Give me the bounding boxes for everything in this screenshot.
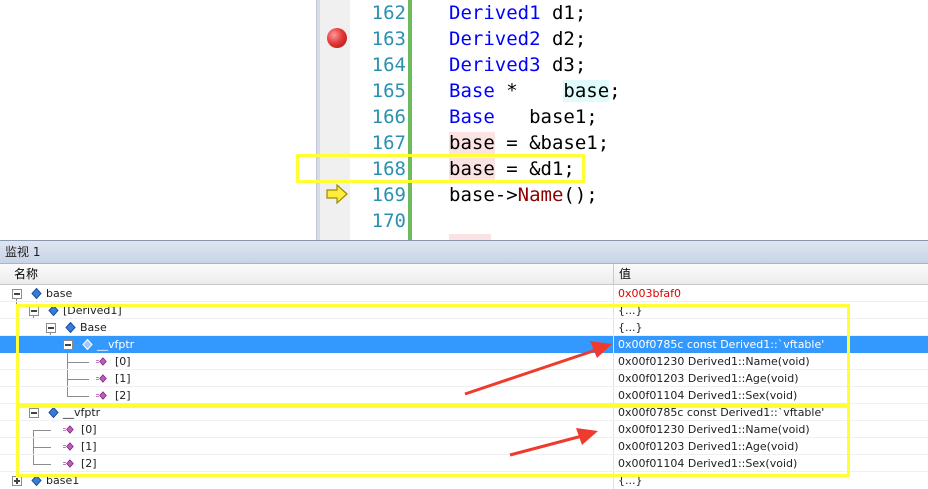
code-token: base1; [494,106,598,128]
code-line-162[interactable]: Derived1 d1; [449,0,586,26]
line-numbers: 162 163 164 165 166 167 168 169 170 [350,0,408,240]
code-token: base [449,132,495,154]
code-token: * [494,80,564,102]
code-line-166[interactable]: Base base1; [449,104,598,130]
annotation-box-derived-vtable [16,304,850,406]
variable-icon [31,288,42,299]
code-token: base [563,80,610,102]
collapse-toggle[interactable] [12,289,22,299]
annotation-box-base-vtable [16,405,850,477]
watch-row-base[interactable]: base 0x003bfaf0 [0,285,928,302]
line-number-164: 164 [371,54,406,76]
column-separator [613,285,614,302]
code-token: base-> [449,184,518,206]
line-number-162: 162 [371,2,406,24]
expand-toggle[interactable] [12,476,22,486]
code-editor: 162 163 164 165 166 167 168 169 170 Deri… [0,0,928,240]
editor-left-pane [0,0,316,240]
code-line-167[interactable]: base = &base1; [449,130,609,156]
watch-window-title[interactable]: 监视 1 [0,241,928,264]
column-resize-handle[interactable] [613,264,614,284]
line-number-165: 165 [371,80,406,102]
code-token: Base [449,80,495,102]
watch-value[interactable]: 0x003bfaf0 [618,285,681,302]
line-number-163: 163 [371,28,406,50]
column-header-value[interactable]: 值 [619,264,631,284]
code-line-169[interactable]: base->Name(); [449,182,598,208]
code-area[interactable]: Derived1 d1; Derived2 d2; Derived3 d3; Base… [412,0,928,240]
code-line-163[interactable]: Derived2 d2; [449,26,586,52]
current-statement-arrow-icon [326,184,348,204]
code-token: ; [609,80,621,102]
code-token: Derived1 [449,2,541,24]
code-token: Derived3 [449,54,541,76]
column-header-name[interactable]: 名称 [14,264,38,284]
breakpoint-icon[interactable] [327,28,347,48]
code-token: = &base1; [494,132,610,154]
line-number-169: 169 [371,184,406,206]
code-token: Base [449,106,495,128]
line-number-166: 166 [371,106,406,128]
line-168-highlight-box [296,154,585,183]
code-token: Name [517,184,564,206]
code-token: Derived2 [449,28,541,50]
watch-column-header: 名称 值 [0,264,928,285]
code-line-164[interactable]: Derived3 d3; [449,52,586,78]
code-line-165[interactable]: Base * base; [449,78,621,104]
code-token: d2; [540,28,587,50]
line-number-167: 167 [371,132,406,154]
code-token: d1; [540,2,587,24]
code-token: d3; [540,54,587,76]
line-number-170: 170 [371,210,406,232]
watch-name: base [46,287,73,300]
code-token: (); [563,184,598,206]
